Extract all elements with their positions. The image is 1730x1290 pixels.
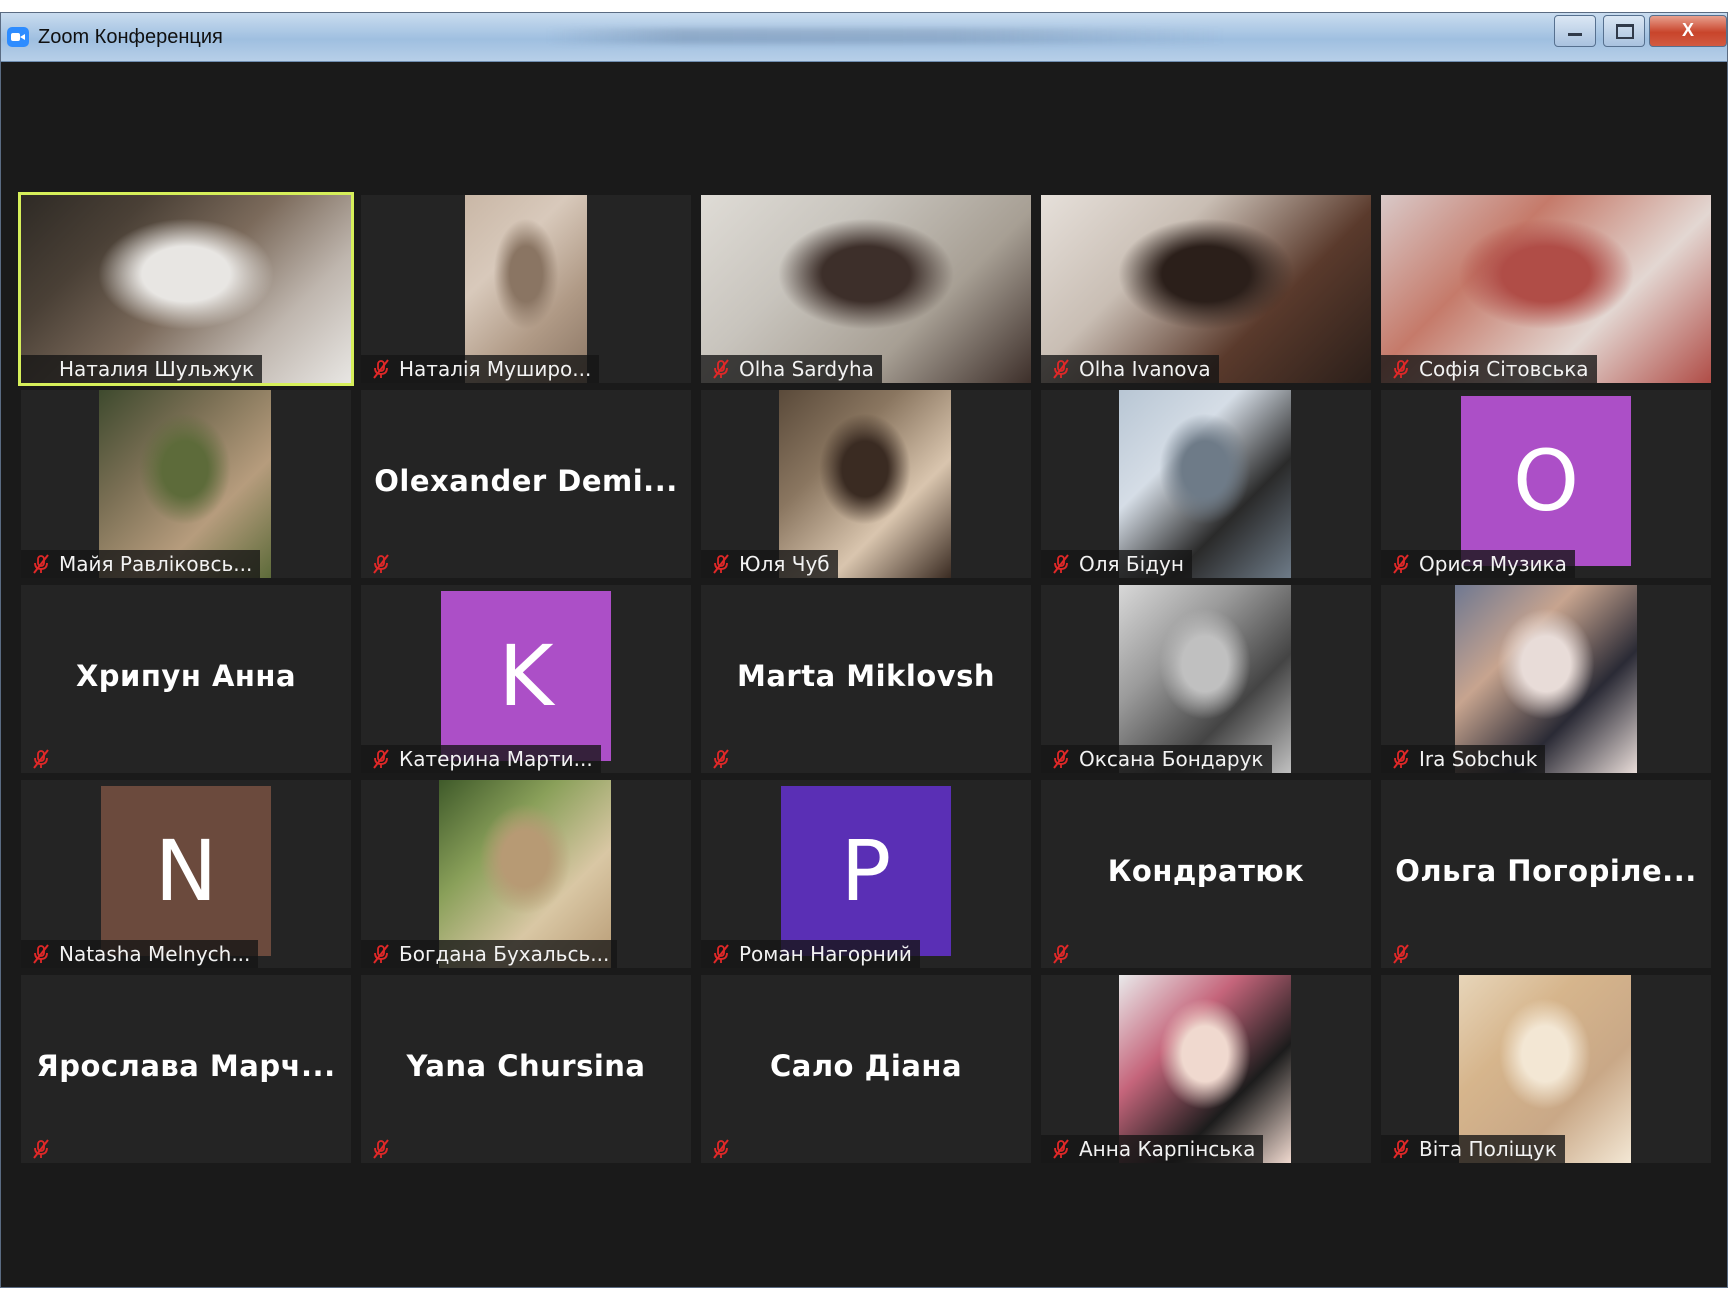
muted-mic-icon xyxy=(711,359,731,379)
participant-tile[interactable]: Майя Равліковсь... xyxy=(21,390,351,578)
participant-display-name: Сало Діана xyxy=(769,1049,963,1083)
participant-tile[interactable]: Olexander Demi... xyxy=(361,390,691,578)
participant-display-name: Yana Chursina xyxy=(406,1049,646,1083)
title-bar[interactable]: Zoom Конференция X xyxy=(1,13,1727,62)
muted-mic-icon xyxy=(371,359,391,379)
minimize-icon xyxy=(1568,33,1582,36)
muted-mic-icon xyxy=(371,749,391,769)
participant-name-label: Анна Карпінська xyxy=(1041,1135,1264,1163)
muted-mic-icon xyxy=(1051,554,1071,574)
participant-tile[interactable]: Богдана Бухальсь... xyxy=(361,780,691,968)
participant-avatar: O xyxy=(1461,396,1631,566)
zoom-app-icon xyxy=(7,27,29,47)
participant-tile[interactable]: Юля Чуб xyxy=(701,390,1031,578)
maximize-icon xyxy=(1616,24,1634,39)
participant-tile[interactable]: Хрипун Анна xyxy=(21,585,351,773)
participant-name-label: Наталия Шульжук xyxy=(21,355,263,383)
background-window-title-reflection xyxy=(546,28,1226,44)
muted-mic-icon xyxy=(1051,1139,1071,1159)
muted-mic-icon xyxy=(371,944,391,964)
participant-name-label: Наталія Муширо... xyxy=(361,355,600,383)
participant-display-name: Ольга Погоріле... xyxy=(1395,854,1697,888)
participant-tile[interactable]: Оля Бідун xyxy=(1041,390,1371,578)
participant-name-label: Оксана Бондарук xyxy=(1041,745,1272,773)
participant-name-label: Софія Сітовська xyxy=(1381,355,1597,383)
muted-mic-icon xyxy=(31,749,51,769)
participant-tile[interactable]: K Катерина Марти... xyxy=(361,585,691,773)
participant-tile[interactable]: Ольга Погоріле... xyxy=(1381,780,1711,968)
participant-tile[interactable]: Yana Chursina xyxy=(361,975,691,1163)
muted-mic-icon xyxy=(1391,944,1411,964)
zoom-window: Zoom Конференция X Наталия Шульжук Наталі… xyxy=(0,12,1728,1288)
participant-name-label: Катерина Марти... xyxy=(361,745,601,773)
participant-display-name: Кондратюк xyxy=(1107,854,1305,888)
muted-mic-icon xyxy=(371,554,391,574)
participant-name-label: Майя Равліковсь... xyxy=(21,550,261,578)
maximize-button[interactable] xyxy=(1603,15,1645,47)
participant-tile[interactable]: O Орися Музика xyxy=(1381,390,1711,578)
muted-mic-icon xyxy=(31,944,51,964)
muted-mic-icon xyxy=(1391,749,1411,769)
muted-mic-icon xyxy=(711,749,731,769)
participant-tile[interactable]: Сало Діана xyxy=(701,975,1031,1163)
participant-display-name: Olexander Demi... xyxy=(374,464,678,498)
participant-tile[interactable]: Оксана Бондарук xyxy=(1041,585,1371,773)
participant-tile[interactable]: P Роман Нагорний xyxy=(701,780,1031,968)
participant-tile[interactable]: Ira Sobchuk xyxy=(1381,585,1711,773)
participant-tile[interactable]: Ярослава Марч... xyxy=(21,975,351,1163)
muted-mic-icon xyxy=(1051,359,1071,379)
muted-mic-icon xyxy=(371,1139,391,1159)
muted-mic-icon xyxy=(711,944,731,964)
participant-tile[interactable]: Кондратюк xyxy=(1041,780,1371,968)
muted-mic-icon xyxy=(1391,359,1411,379)
participant-display-name: Marta Miklovsh xyxy=(736,659,996,693)
participant-avatar: K xyxy=(441,591,611,761)
muted-mic-icon xyxy=(31,1139,51,1159)
muted-mic-icon xyxy=(711,1139,731,1159)
participant-tile[interactable]: Olha Ivanova xyxy=(1041,195,1371,383)
participant-avatar: N xyxy=(101,786,271,956)
participant-name-label: Natasha Melnych... xyxy=(21,940,259,968)
muted-mic-icon xyxy=(711,554,731,574)
muted-mic-icon xyxy=(1391,554,1411,574)
participant-tile[interactable]: N Natasha Melnych... xyxy=(21,780,351,968)
muted-mic-icon xyxy=(1051,944,1071,964)
participant-display-name: Хрипун Анна xyxy=(75,659,297,693)
participant-tile[interactable]: Marta Miklovsh xyxy=(701,585,1031,773)
participant-name-label: Богдана Бухальсь... xyxy=(361,940,618,968)
close-button[interactable]: X xyxy=(1649,15,1727,47)
participant-display-name: Ярослава Марч... xyxy=(36,1049,336,1083)
window-title: Zoom Конференция xyxy=(38,26,223,48)
participant-tile[interactable]: Софія Сітовська xyxy=(1381,195,1711,383)
participant-tile[interactable]: Наталия Шульжук xyxy=(18,192,354,386)
muted-mic-icon xyxy=(31,554,51,574)
participant-tile[interactable]: Віта Поліщук xyxy=(1381,975,1711,1163)
muted-mic-icon xyxy=(1051,749,1071,769)
participant-tile[interactable]: Olha Sardyha xyxy=(701,195,1031,383)
participant-tile[interactable]: Наталія Муширо... xyxy=(361,195,691,383)
participant-tile[interactable]: Анна Карпінська xyxy=(1041,975,1371,1163)
close-icon: X xyxy=(1681,20,1694,40)
participant-avatar: P xyxy=(781,786,951,956)
muted-mic-icon xyxy=(1391,1139,1411,1159)
participant-name-label: Роман Нагорний xyxy=(701,940,920,968)
minimize-button[interactable] xyxy=(1554,15,1596,47)
